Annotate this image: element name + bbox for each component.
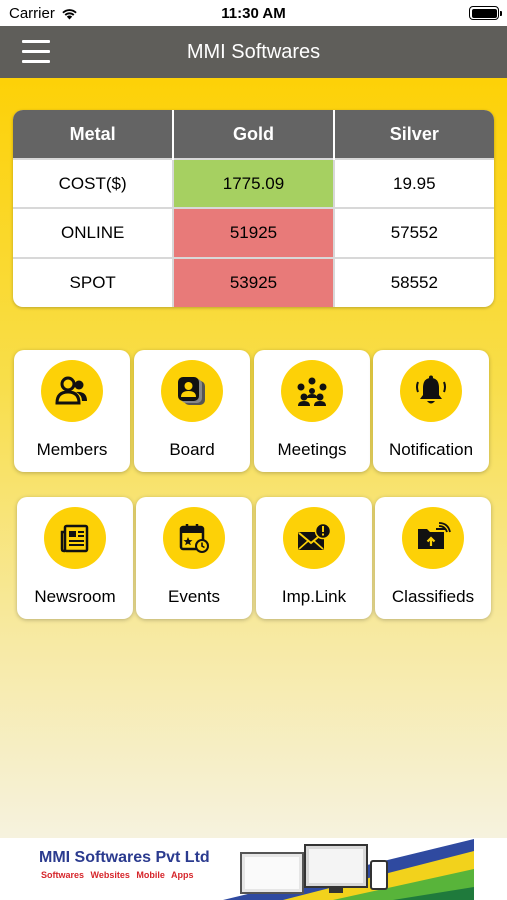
silver-value: 57552 [333,207,494,258]
ad-tagline: Softwares Websites Mobile Apps [41,870,194,880]
navbar: MMI Softwares [0,26,507,78]
members-tile[interactable]: Members [14,350,130,472]
row-label: ONLINE [13,207,175,258]
board-label: Board [169,440,215,459]
imp-link-tile[interactable]: Imp.Link [256,497,372,619]
calendar-icon [179,524,209,553]
status-bar: Carrier 11:30 AM [0,0,507,26]
bell-icon [416,375,446,404]
newspaper-icon [60,524,89,553]
metal-rates-table: Metal Gold Silver COST($) 1775.09 19.95 … [13,110,494,307]
folder-icon [418,522,451,549]
events-tile[interactable]: Events [136,497,252,619]
meetings-label: Meetings [277,440,347,459]
mail-alert-icon [298,522,332,550]
table-row: ONLINE 51925 57552 [13,207,494,258]
gold-value: 1775.09 [173,157,335,209]
row-label: SPOT [13,256,175,307]
clock: 11:30 AM [221,5,286,22]
imp-link-label: Imp.Link [281,587,347,606]
page-title: MMI Softwares [186,41,321,63]
column-header-silver: Silver [333,110,494,159]
notification-label: Notification [388,440,474,459]
board-tile[interactable]: Board [134,350,250,472]
main-content: Metal Gold Silver COST($) 1775.09 19.95 … [0,78,507,838]
meetings-icon [297,377,327,406]
members-label: Members [36,440,108,459]
table-row: COST($) 1775.09 19.95 [13,157,494,209]
notification-tile[interactable]: Notification [373,350,489,472]
events-label: Events [168,587,220,606]
silver-value: 58552 [333,256,494,307]
battery-icon [469,6,502,20]
gold-value: 53925 [173,256,335,307]
classifieds-label: Classifieds [391,587,475,606]
board-icon [178,377,205,405]
newsroom-tile[interactable]: Newsroom [17,497,133,619]
members-icon [55,376,87,405]
meetings-tile[interactable]: Meetings [254,350,370,472]
ad-banner[interactable]: MMI Softwares Pvt Ltd Softwares Websites… [0,838,507,900]
silver-value: 19.95 [333,157,494,209]
table-row: SPOT 53925 58552 [13,256,494,307]
newsroom-label: Newsroom [34,587,116,606]
row-label: COST($) [13,157,175,209]
ad-brand-name: MMI Softwares Pvt Ltd [39,849,210,866]
table-header-row: Metal Gold Silver [13,110,494,159]
gold-value: 51925 [173,207,335,258]
column-header-metal: Metal [13,110,175,159]
classifieds-tile[interactable]: Classifieds [375,497,491,619]
column-header-gold: Gold [173,110,335,159]
